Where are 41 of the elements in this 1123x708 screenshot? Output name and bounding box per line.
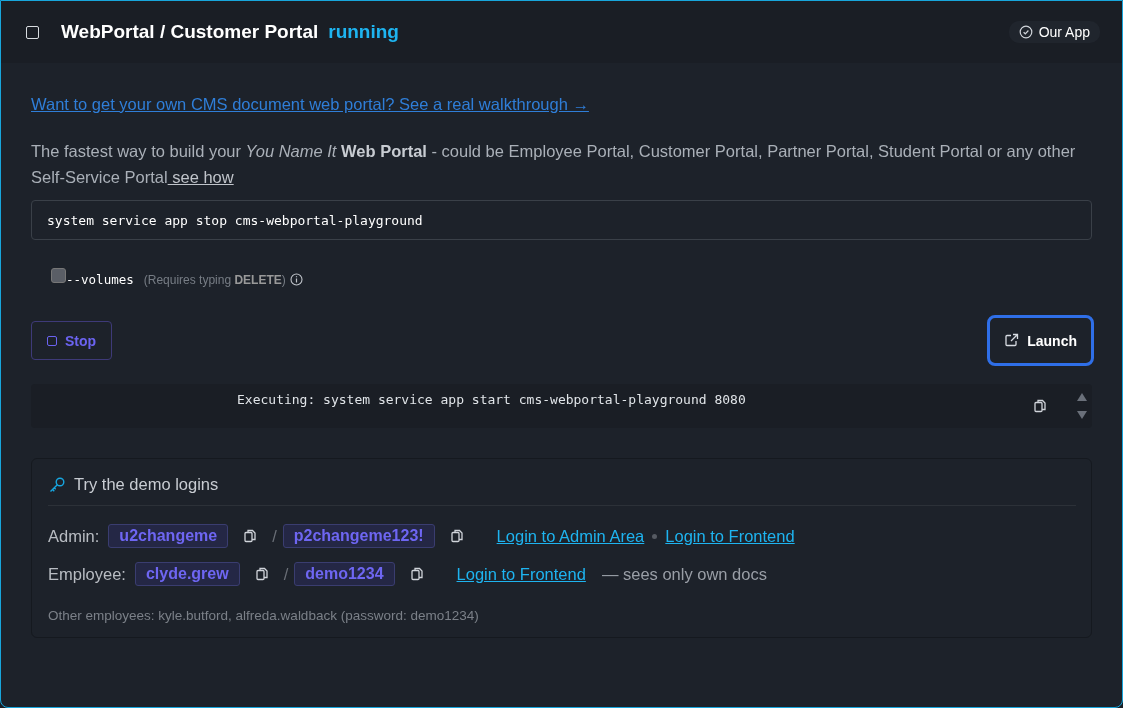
username-chip: clyde.grew	[134, 562, 240, 586]
volumes-label: --volumes	[66, 272, 134, 287]
login-link[interactable]: Login to Admin Area	[496, 526, 645, 546]
password-chip: demo1234	[294, 562, 395, 586]
see-how-link[interactable]: see how	[167, 168, 234, 186]
username-chip: u2changeme	[108, 524, 229, 548]
copy-icon[interactable]	[450, 529, 463, 543]
demo-title: Try the demo logins	[74, 475, 219, 494]
other-employees-note: Other employees: kyle.butford, alfreda.waldback (password: demo1234)	[48, 608, 480, 623]
walkthrough-link[interactable]: Want to get your own CMS document web portal? See a real walkthrough →	[31, 95, 1092, 114]
scroll-down-icon[interactable]	[1076, 410, 1088, 420]
output-text: Executing: system service app start cms-webportal-playground 8080	[237, 392, 746, 409]
login-link[interactable]: Login to Frontend	[665, 526, 795, 546]
login-link[interactable]: Login to Frontend	[456, 564, 586, 584]
volumes-note: (Requires typing DELETE)	[143, 272, 286, 287]
badge-label: Our App	[1038, 24, 1090, 40]
role-label: Admin:	[48, 526, 100, 546]
copy-icon[interactable]	[255, 567, 268, 581]
scroll-up-icon[interactable]	[1076, 392, 1088, 402]
info-icon[interactable]	[289, 273, 303, 286]
check-circle-icon	[1018, 25, 1033, 39]
copy-icon[interactable]	[410, 567, 423, 581]
password-chip: p2changeme123!	[282, 524, 435, 548]
slash-separator: /	[283, 564, 289, 584]
copy-icon[interactable]	[244, 529, 257, 543]
status-label: running	[328, 21, 399, 43]
copy-icon[interactable]	[1034, 399, 1046, 413]
command-field[interactable]: system service app stop cms-webportal-playground	[31, 200, 1092, 240]
external-link-icon	[1004, 333, 1020, 348]
checkbox[interactable]	[26, 25, 39, 39]
portal-title: WebPortal / Customer Portal	[61, 21, 319, 43]
stop-icon	[47, 335, 57, 346]
volumes-checkbox[interactable]	[51, 268, 66, 283]
launch-button[interactable]: Launch	[989, 317, 1092, 364]
description-text: The fastest way to build your You Name It Web Portal - could be Employee Portal, Customer Portal, Partner Portal, Student Portal or any other Self-Service Portal see how	[31, 141, 1077, 188]
key-icon	[48, 475, 66, 494]
stop-button[interactable]: Stop	[31, 321, 113, 360]
separator-dot	[652, 533, 658, 539]
slash-separator: /	[272, 526, 277, 546]
role-label: Employee:	[48, 564, 126, 584]
role-note: — sees only own docs	[601, 564, 767, 584]
